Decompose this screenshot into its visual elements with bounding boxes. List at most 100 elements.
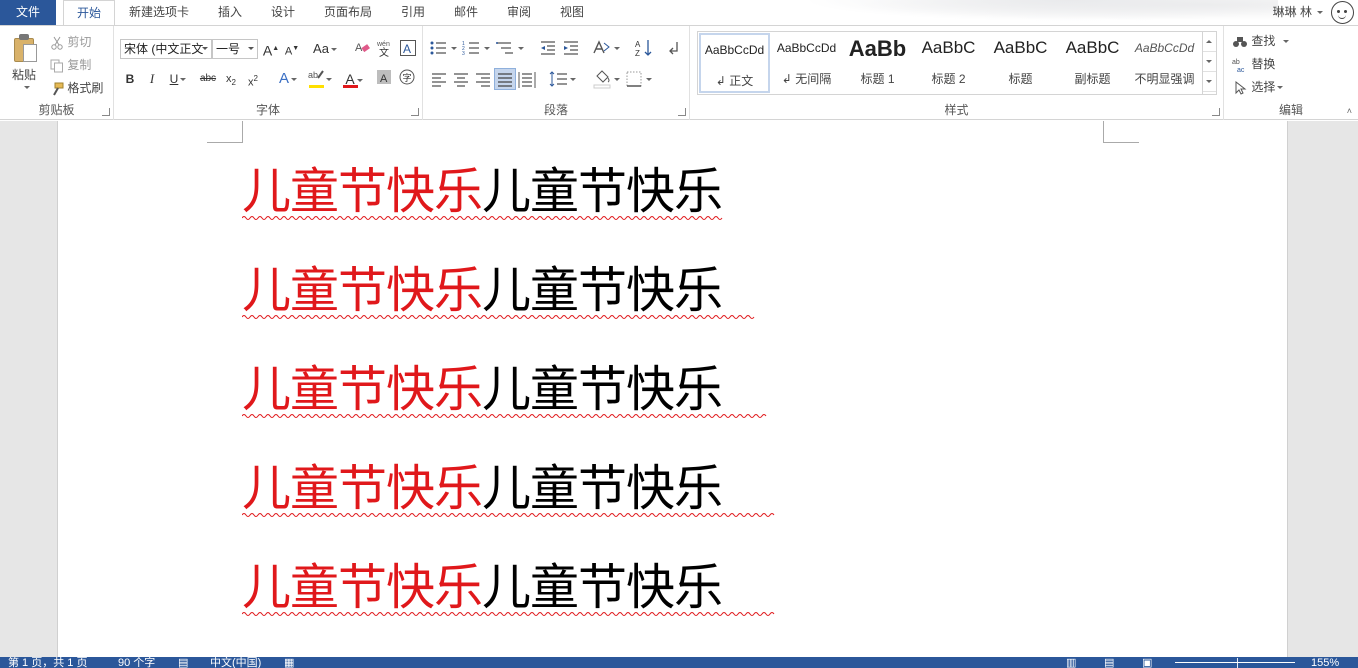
bold-button[interactable]: B	[120, 69, 140, 89]
style-subtitle[interactable]: AaBbC 副标题	[1057, 33, 1128, 93]
change-case-button[interactable]: Aa	[310, 39, 340, 59]
user-menu-chevron-icon[interactable]	[1317, 11, 1323, 14]
paste-button[interactable]: 粘贴	[12, 66, 36, 83]
tab-file[interactable]: 文件	[0, 0, 56, 25]
line-spacing-button[interactable]	[547, 68, 579, 90]
increase-indent-button[interactable]	[560, 37, 582, 59]
enclose-characters-button[interactable]: 字	[397, 69, 417, 89]
macro-record-icon[interactable]: ▦	[284, 657, 294, 668]
status-zoom[interactable]: 155%	[1311, 657, 1339, 668]
style-no-spacing[interactable]: AaBbCcDd ↲ 无间隔	[771, 33, 842, 93]
decrease-indent-button[interactable]	[537, 37, 559, 59]
collapse-ribbon-icon[interactable]: ˄	[1347, 106, 1352, 116]
phonetic-guide-button[interactable]: wén 文	[375, 39, 395, 59]
paste-icon[interactable]	[12, 34, 38, 62]
return-mark-icon	[669, 42, 678, 55]
align-right-button[interactable]	[472, 68, 494, 90]
tab-design[interactable]: 设计	[263, 0, 303, 25]
document-line[interactable]: 儿童节快乐儿童节快乐	[242, 162, 723, 222]
font-color-button[interactable]: A	[340, 69, 368, 89]
align-left-icon	[432, 73, 446, 87]
status-page[interactable]: 第 1 页，共 1 页	[8, 657, 87, 668]
zoom-slider-thumb[interactable]: |	[1236, 657, 1239, 668]
status-word-count[interactable]: 90 个字	[118, 657, 155, 668]
tab-home[interactable]: 开始	[63, 0, 115, 26]
font-dialog-launcher-icon[interactable]	[411, 108, 419, 116]
numbering-button[interactable]: 123	[461, 37, 493, 59]
document-line[interactable]: 儿童节快乐儿童节快乐	[242, 261, 755, 321]
read-mode-icon[interactable]: ▥	[1066, 657, 1076, 668]
shading-button[interactable]	[591, 68, 623, 90]
clear-formatting-button[interactable]: A	[352, 39, 372, 59]
proofing-icon[interactable]: ▤	[178, 657, 188, 668]
italic-button[interactable]: I	[142, 69, 162, 89]
style-title[interactable]: AaBbC 标题	[985, 33, 1056, 93]
style-subtle-emphasis[interactable]: AaBbCcDd 不明显强调	[1129, 33, 1200, 93]
chinese-layout-button[interactable]	[591, 37, 623, 59]
align-center-button[interactable]	[450, 68, 472, 90]
font-size-chevron-down-icon[interactable]	[245, 40, 257, 58]
tab-view[interactable]: 视图	[552, 0, 592, 25]
line-spacing-icon	[549, 71, 576, 87]
underline-button[interactable]: U	[164, 69, 192, 89]
sort-button[interactable]: AZ	[633, 37, 655, 59]
shrink-font-button[interactable]: A▼	[282, 39, 302, 59]
text-effects-button[interactable]: A	[274, 69, 302, 89]
tab-layout[interactable]: 页面布局	[317, 0, 379, 25]
find-button[interactable]: 查找	[1232, 32, 1290, 49]
web-layout-icon[interactable]: ▣	[1142, 657, 1152, 668]
copy-button[interactable]: 复制	[50, 56, 91, 73]
borders-button[interactable]	[623, 68, 655, 90]
replace-button[interactable]: ab ac 替换	[1232, 55, 1275, 72]
font-family-chevron-down-icon[interactable]	[199, 40, 211, 58]
show-formatting-marks-button[interactable]	[663, 37, 685, 59]
font-family-combo[interactable]: 宋体 (中文正文	[120, 39, 212, 59]
superscript-button[interactable]: x2	[243, 69, 263, 89]
replace-label: 替换	[1251, 57, 1276, 71]
cut-button[interactable]: 剪切	[50, 33, 91, 50]
tab-references[interactable]: 引用	[393, 0, 433, 25]
justify-button[interactable]	[494, 68, 516, 90]
format-painter-button[interactable]: 格式刷	[50, 79, 103, 96]
status-language[interactable]: 中文(中国)	[210, 657, 261, 668]
tab-new-tab[interactable]: 新建选项卡	[122, 0, 196, 25]
paragraph-dialog-launcher-icon[interactable]	[678, 108, 686, 116]
document-line[interactable]: 儿童节快乐儿童节快乐	[242, 360, 767, 420]
font-size-combo[interactable]: 一号	[212, 39, 258, 59]
style-name: ↲ 无间隔	[781, 72, 832, 86]
align-left-button[interactable]	[428, 68, 450, 90]
bullets-button[interactable]	[428, 37, 460, 59]
tab-mailings[interactable]: 邮件	[446, 0, 486, 25]
clipboard-dialog-launcher-icon[interactable]	[102, 108, 110, 116]
gallery-more-icon[interactable]	[1203, 72, 1216, 92]
character-shading-button[interactable]: A	[374, 69, 394, 89]
tab-insert[interactable]: 插入	[210, 0, 250, 25]
multilevel-list-button[interactable]	[495, 37, 527, 59]
highlight-color-button[interactable]: ab	[306, 69, 334, 89]
red-text: 儿童节快乐	[242, 262, 483, 319]
user-name[interactable]: 琳琳 林	[1273, 0, 1312, 25]
style-normal[interactable]: AaBbCcDd ↲ 正文	[699, 33, 770, 93]
print-layout-icon[interactable]: ▤	[1104, 657, 1114, 668]
svg-text:Z: Z	[635, 49, 640, 58]
red-text: 儿童节快乐	[242, 460, 483, 517]
style-heading-2[interactable]: AaBbC 标题 2	[913, 33, 984, 93]
group-clipboard: 粘贴 剪切 复制 格式刷 剪贴板	[0, 26, 114, 120]
document-line[interactable]: 儿童节快乐儿童节快乐	[242, 459, 775, 519]
tab-review[interactable]: 审阅	[499, 0, 539, 25]
zoom-slider[interactable]	[1175, 662, 1295, 663]
avatar[interactable]	[1331, 1, 1354, 24]
subscript-button[interactable]: x2	[221, 69, 241, 89]
select-button[interactable]: 选择	[1232, 78, 1284, 95]
document-line[interactable]: 儿童节快乐儿童节快乐	[242, 558, 775, 618]
gallery-scroll-down-icon[interactable]	[1203, 52, 1216, 72]
distributed-button[interactable]	[516, 68, 538, 90]
character-border-button[interactable]: A	[398, 39, 418, 59]
gallery-scroll-up-icon[interactable]	[1203, 32, 1216, 52]
grow-font-button[interactable]: A▲	[261, 39, 281, 59]
paste-chevron-down-icon[interactable]	[24, 86, 30, 89]
font-family-value: 宋体 (中文正文	[124, 42, 204, 56]
styles-dialog-launcher-icon[interactable]	[1212, 108, 1220, 116]
style-heading-1[interactable]: AaBb 标题 1	[842, 33, 913, 93]
strikethrough-button[interactable]: abc	[196, 69, 220, 89]
